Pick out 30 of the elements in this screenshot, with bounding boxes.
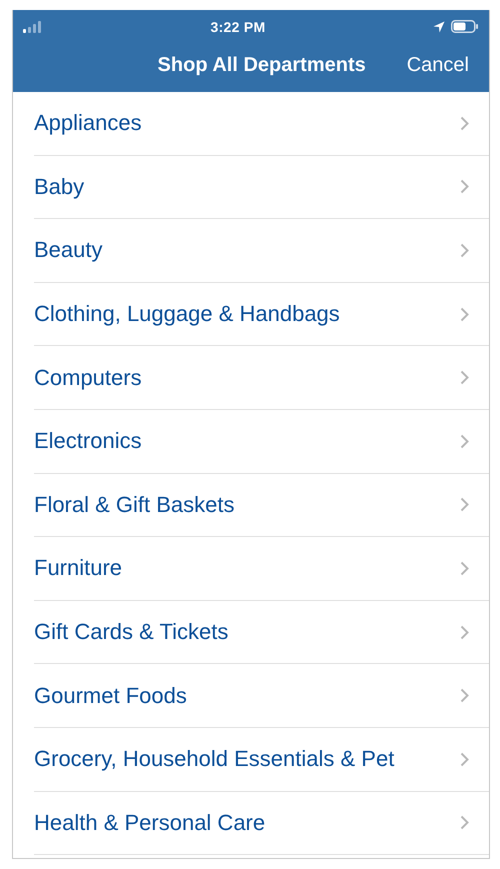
department-row[interactable]: Gift Cards & Tickets	[34, 600, 489, 664]
chevron-icon	[460, 242, 469, 258]
chevron-icon	[460, 688, 469, 704]
department-row[interactable]: Grocery, Household Essentials & Pet	[34, 728, 489, 792]
department-row[interactable]: Electronics	[34, 410, 489, 474]
cancel-button[interactable]: Cancel	[406, 54, 469, 77]
department-row[interactable]: Appliances	[34, 92, 489, 156]
department-row[interactable]: Floral & Gift Baskets	[34, 474, 489, 538]
department-row[interactable]: Clothing, Luggage & Handbags	[34, 282, 489, 346]
department-row[interactable]: Gourmet Foods	[34, 664, 489, 728]
location-arrow-icon	[432, 20, 445, 32]
chevron-icon	[460, 752, 469, 767]
nav-title: Shop All Departments	[158, 54, 366, 77]
signal-icon	[23, 20, 43, 32]
chevron-icon	[460, 306, 469, 322]
chevron-icon	[460, 179, 469, 194]
chevron-icon	[460, 560, 469, 576]
chevron-icon	[460, 815, 469, 830]
battery-icon	[450, 20, 479, 33]
chevron-icon	[460, 624, 469, 640]
chevron-icon	[460, 434, 469, 449]
chevron-icon	[460, 116, 469, 131]
chevron-icon	[460, 370, 469, 386]
department-row[interactable]: Furniture	[34, 537, 489, 601]
department-row[interactable]: Health & Personal Care	[34, 792, 489, 856]
department-row[interactable]: Beauty	[34, 219, 489, 283]
department-row[interactable]: Computers	[34, 346, 489, 410]
status-time: 3:22 PM	[210, 18, 266, 34]
department-row[interactable]: Baby	[34, 156, 489, 220]
chevron-icon	[460, 497, 469, 512]
